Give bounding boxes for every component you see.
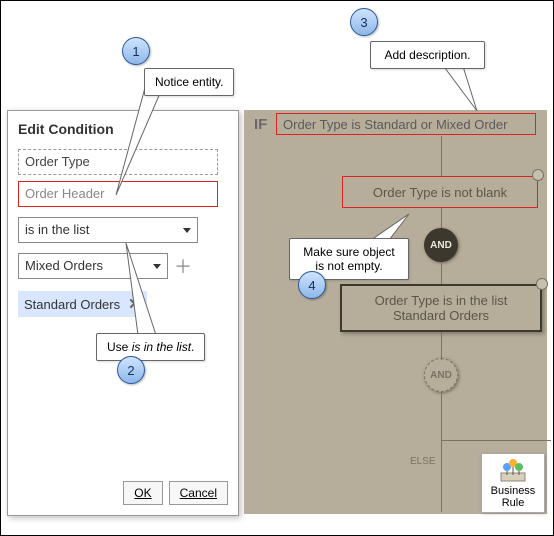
operator-value: is in the list xyxy=(25,222,89,237)
operator-select[interactable]: is in the list xyxy=(18,217,198,243)
connector-line xyxy=(441,208,442,230)
connector-line xyxy=(441,462,442,512)
business-rule-icon xyxy=(499,457,527,483)
and-operator-placeholder[interactable]: AND xyxy=(424,358,458,392)
connector-line xyxy=(441,136,442,176)
business-rule-label1: Business xyxy=(491,485,536,497)
node-handle[interactable] xyxy=(532,169,544,181)
business-rule-label2: Rule xyxy=(502,497,525,509)
chip-label: Standard Orders xyxy=(24,297,120,312)
node-handle[interactable] xyxy=(536,278,548,290)
cancel-button[interactable]: Cancel xyxy=(169,481,228,505)
value-selected: Mixed Orders xyxy=(25,258,103,273)
connector-line xyxy=(441,392,442,462)
condition-node-inlist[interactable]: Order Type is in the list Standard Order… xyxy=(340,284,542,332)
else-label: ELSE xyxy=(410,456,436,467)
if-condition-node[interactable]: Order Type is Standard or Mixed Order xyxy=(276,113,536,135)
callout-2-bubble: Use is in the list. xyxy=(96,333,205,361)
callout-2-tail xyxy=(123,243,163,337)
callout-3-circle: 3 xyxy=(350,8,378,36)
if-label: IF xyxy=(254,116,267,133)
callout-3-bubble: Add description. xyxy=(370,41,485,69)
callout-4-circle: 4 xyxy=(298,271,326,299)
connector-line xyxy=(441,262,442,284)
ok-button[interactable]: OK xyxy=(123,481,162,505)
callout-1-bubble: Notice entity. xyxy=(144,68,234,96)
callout-1-tail xyxy=(116,83,166,203)
connector-line xyxy=(441,440,551,441)
business-rule-palette-item[interactable]: Business Rule xyxy=(481,453,545,513)
connector-line xyxy=(441,332,442,360)
chevron-down-icon xyxy=(183,228,191,233)
callout-1-circle: 1 xyxy=(122,37,150,65)
add-value-button[interactable]: ＋ xyxy=(174,253,192,279)
callout-2-circle: 2 xyxy=(117,356,145,384)
and-operator[interactable]: AND xyxy=(424,228,458,262)
condition-node-notblank[interactable]: Order Type is not blank xyxy=(342,176,538,208)
